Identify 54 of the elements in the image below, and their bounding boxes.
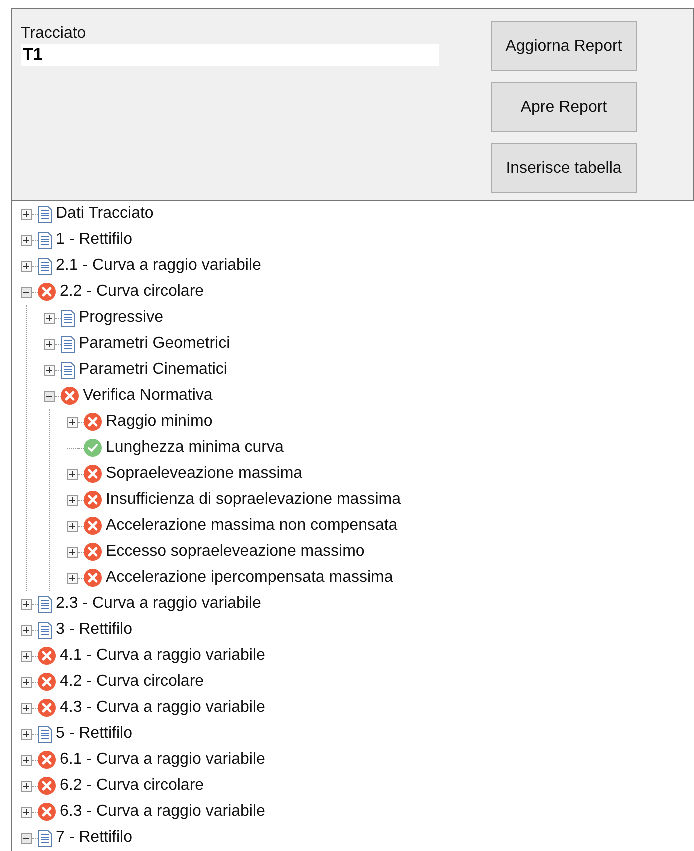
expand-icon[interactable] bbox=[21, 780, 32, 792]
tree-item[interactable]: Parametri Cinematici bbox=[79, 358, 228, 382]
field-label: Tracciato bbox=[21, 24, 88, 44]
tree-item[interactable]: 4.1 - Curva a raggio variabile bbox=[60, 644, 266, 668]
tree-item[interactable]: 3 - Rettifilo bbox=[56, 618, 132, 642]
expand-icon[interactable] bbox=[44, 338, 55, 350]
collapse-icon[interactable] bbox=[21, 832, 32, 844]
expand-icon[interactable] bbox=[21, 650, 32, 662]
expand-icon[interactable] bbox=[21, 754, 32, 766]
tree-item[interactable]: 4.2 - Curva circolare bbox=[60, 670, 204, 694]
tree-item[interactable]: Accelerazione ipercompensata massima bbox=[106, 566, 394, 590]
report-button[interactable]: Apre Report bbox=[491, 82, 637, 132]
tree-item[interactable]: Sopraeleveazione massima bbox=[106, 462, 303, 486]
expand-icon[interactable] bbox=[21, 624, 32, 636]
tree-item[interactable]: Raggio minimo bbox=[106, 410, 213, 434]
tree-item[interactable]: Dati Tracciato bbox=[56, 202, 154, 226]
tree-item[interactable]: 2.3 - Curva a raggio variabile bbox=[56, 592, 262, 616]
report-button[interactable]: Aggiorna Report bbox=[491, 21, 637, 71]
expand-icon[interactable] bbox=[67, 546, 78, 558]
expand-icon[interactable] bbox=[21, 208, 32, 220]
tree-item[interactable]: 1 - Rettifilo bbox=[56, 228, 132, 252]
expand-icon[interactable] bbox=[21, 728, 32, 740]
tree-item[interactable]: 4.3 - Curva a raggio variabile bbox=[60, 696, 266, 720]
expand-icon[interactable] bbox=[67, 468, 78, 480]
expand-icon[interactable] bbox=[21, 806, 32, 818]
tree-item[interactable]: Progressive bbox=[79, 306, 164, 330]
expand-icon[interactable] bbox=[67, 416, 78, 428]
expand-icon[interactable] bbox=[67, 572, 78, 584]
tree-item[interactable]: 5 - Rettifilo bbox=[56, 722, 132, 746]
tree-item[interactable]: 2.2 - Curva circolare bbox=[60, 280, 204, 304]
expand-icon[interactable] bbox=[44, 312, 55, 324]
expand-icon[interactable] bbox=[21, 676, 32, 688]
collapse-icon[interactable] bbox=[44, 390, 55, 402]
collapse-icon[interactable] bbox=[21, 286, 32, 298]
tree-item[interactable]: 6.3 - Curva a raggio variabile bbox=[60, 800, 266, 824]
expand-icon[interactable] bbox=[21, 260, 32, 272]
tree-item[interactable]: Insufficienza di sopraelevazione massima bbox=[106, 488, 401, 512]
expand-icon[interactable] bbox=[44, 364, 55, 376]
tree-item[interactable]: Verifica Normativa bbox=[83, 384, 213, 408]
tree-item[interactable]: 6.2 - Curva circolare bbox=[60, 774, 204, 798]
input-field[interactable]: T1 bbox=[21, 44, 439, 66]
expand-icon[interactable] bbox=[21, 702, 32, 714]
tree-item[interactable]: 6.1 - Curva a raggio variabile bbox=[60, 748, 266, 772]
expand-icon[interactable] bbox=[21, 234, 32, 246]
expand-icon[interactable] bbox=[21, 598, 32, 610]
tree-item[interactable]: Accelerazione massima non compensata bbox=[106, 514, 398, 538]
tree-item[interactable]: Parametri Geometrici bbox=[79, 332, 230, 356]
tree-item[interactable]: 7 - Rettifilo bbox=[56, 826, 132, 850]
report-button[interactable]: Inserisce tabella bbox=[491, 143, 637, 193]
tree-item[interactable]: Eccesso sopraeleveazione massimo bbox=[106, 540, 365, 564]
expand-icon[interactable] bbox=[67, 520, 78, 532]
tree-item[interactable]: Lunghezza minima curva bbox=[106, 436, 284, 460]
tree-item[interactable]: 2.1 - Curva a raggio variabile bbox=[56, 254, 262, 278]
expand-icon[interactable] bbox=[67, 494, 78, 506]
